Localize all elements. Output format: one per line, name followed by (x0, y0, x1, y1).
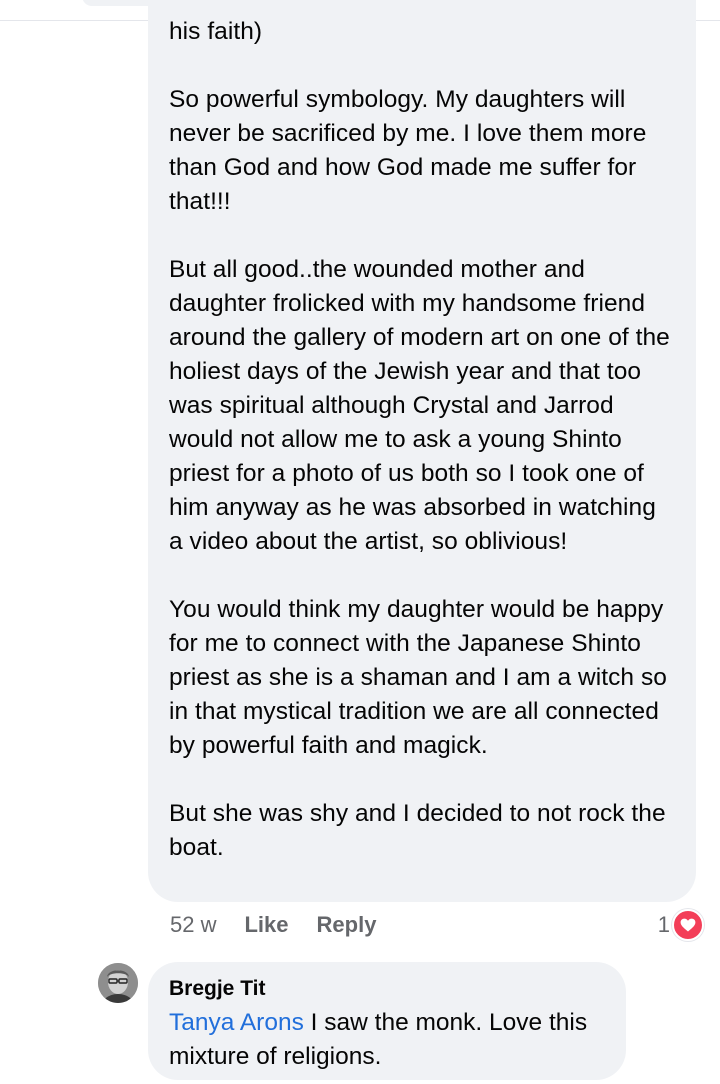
comment-thread: his faith) So powerful symbology. My dau… (0, 0, 720, 1084)
reply-text: Tanya Arons I saw the monk. Love this mi… (169, 1006, 606, 1074)
reply-author-name[interactable]: Bregje Tit (169, 974, 606, 1004)
reply-bubble: Bregje Tit Tanya Arons I saw the monk. L… (148, 962, 626, 1080)
comment-text: his faith) So powerful symbology. My dau… (169, 18, 670, 861)
like-button[interactable]: Like (244, 912, 288, 938)
user-avatar[interactable] (98, 963, 138, 1003)
comment-timestamp[interactable]: 52 w (170, 912, 216, 938)
reply-button[interactable]: Reply (317, 912, 377, 938)
mention-link[interactable]: Tanya Arons (169, 1009, 304, 1036)
comment-actions: 52 w Like Reply 1 (170, 909, 704, 941)
comment-bubble: his faith) So powerful symbology. My dau… (148, 0, 696, 902)
heart-reaction-icon (672, 909, 704, 941)
reaction-summary[interactable]: 1 (658, 909, 704, 941)
reaction-count: 1 (657, 912, 670, 937)
